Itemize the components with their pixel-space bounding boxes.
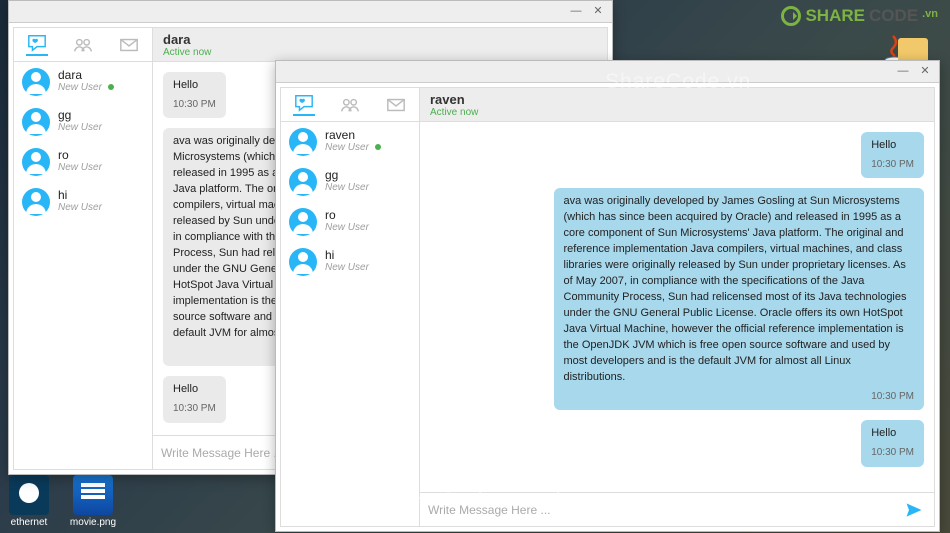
message-outgoing: ava was originally developed by James Go… — [554, 188, 925, 410]
minimize-button[interactable]: — — [568, 5, 584, 19]
contact-sub: New User — [325, 182, 369, 193]
group-icon — [339, 95, 361, 115]
chat-peer-status: Active now — [163, 47, 597, 58]
avatar — [289, 128, 317, 156]
message-list[interactable]: Hello 10:30 PM ava was originally develope… — [420, 122, 934, 492]
message-timestamp: 10:30 PM — [871, 446, 914, 461]
contact-sub: New User — [325, 222, 369, 233]
contact-name: ro — [325, 208, 369, 222]
avatar — [22, 108, 50, 136]
contact-name: raven — [325, 128, 381, 142]
sidebar-tabs — [281, 88, 419, 122]
heart-chat-icon — [293, 93, 315, 113]
contact-name: dara — [58, 68, 114, 82]
brand-text-3: .vn — [922, 8, 938, 20]
contact-sub: New User — [58, 202, 102, 213]
tab-mail[interactable] — [118, 34, 140, 56]
chat-header: raven Active now — [420, 88, 934, 122]
message-timestamp: 10:30 PM — [173, 402, 216, 417]
avatar — [22, 148, 50, 176]
close-button[interactable]: ✕ — [590, 5, 606, 19]
message-incoming: Hello 10:30 PM — [163, 376, 226, 422]
brand-text-2: CODE — [869, 6, 918, 26]
message-incoming: Hello 10:30 PM — [163, 72, 226, 118]
contact-name: gg — [325, 168, 369, 182]
titlebar[interactable]: — ✕ — [9, 1, 612, 23]
mail-icon — [385, 95, 407, 115]
tab-groups[interactable] — [72, 34, 94, 56]
sidebar: daraNew User ggNew UserroNew UserhiNew U… — [13, 27, 153, 470]
message-timestamp: 10:30 PM — [871, 158, 914, 173]
desktop-icon-label: movie.png — [68, 517, 118, 528]
message-timestamp: 10:30 PM — [564, 390, 915, 405]
chat-peer-status: Active now — [430, 107, 924, 118]
chat-header: dara Active now — [153, 28, 607, 62]
contact-sub: New User — [58, 162, 102, 173]
desktop-icon-label: ethernet — [4, 517, 54, 528]
message-text: Hello — [871, 139, 896, 151]
online-dot-icon — [108, 84, 114, 90]
close-button[interactable]: ✕ — [917, 65, 933, 79]
ethernet-icon — [9, 475, 49, 515]
avatar — [289, 208, 317, 236]
tab-groups[interactable] — [339, 94, 361, 116]
contact-list: daraNew User ggNew UserroNew UserhiNew U… — [14, 62, 152, 222]
message-text: ava was originally developed by James Go… — [564, 195, 907, 382]
contact-item[interactable]: roNew User — [281, 202, 419, 242]
send-button[interactable] — [902, 498, 926, 522]
tab-mail[interactable] — [385, 94, 407, 116]
contact-item[interactable]: ravenNew User — [281, 122, 419, 162]
message-text: Hello — [871, 427, 896, 439]
message-timestamp: 10:30 PM — [173, 98, 216, 113]
compose-bar — [420, 492, 934, 526]
message-outgoing: Hello 10:30 PM — [861, 420, 924, 466]
movie-file-icon — [73, 475, 113, 515]
contact-sub: New User — [58, 82, 114, 93]
desktop-icon-movie[interactable]: movie.png — [68, 475, 118, 528]
contact-item[interactable]: daraNew User — [14, 62, 152, 102]
sidebar-tabs — [14, 28, 152, 62]
message-outgoing: Hello 10:30 PM — [861, 132, 924, 178]
tab-chats[interactable] — [293, 94, 315, 116]
chat-window-b: — ✕ ravenNew User ggNew UserroNew Userhi… — [275, 60, 940, 532]
group-icon — [72, 35, 94, 55]
contact-item[interactable]: ggNew User — [281, 162, 419, 202]
tab-chats[interactable] — [26, 34, 48, 56]
online-dot-icon — [375, 144, 381, 150]
brand-logo: SHARECODE .vn — [781, 6, 938, 26]
contact-item[interactable]: hiNew User — [281, 242, 419, 282]
contact-item[interactable]: hiNew User — [14, 182, 152, 222]
titlebar[interactable]: — ✕ — [276, 61, 939, 83]
send-icon — [904, 500, 924, 520]
avatar — [22, 188, 50, 216]
minimize-button[interactable]: — — [895, 65, 911, 79]
contact-item[interactable]: roNew User — [14, 142, 152, 182]
avatar — [22, 68, 50, 96]
contact-list: ravenNew User ggNew UserroNew UserhiNew … — [281, 122, 419, 282]
brand-icon — [781, 6, 801, 26]
contact-sub: New User — [325, 262, 369, 273]
desktop-icon-ethernet[interactable]: ethernet — [4, 475, 54, 528]
avatar — [289, 248, 317, 276]
contact-name: hi — [325, 248, 369, 262]
contact-name: gg — [58, 108, 102, 122]
chat-peer-name: dara — [163, 32, 597, 47]
chat-peer-name: raven — [430, 92, 924, 107]
message-text: Hello — [173, 383, 198, 395]
contact-sub: New User — [325, 142, 381, 153]
sidebar: ravenNew User ggNew UserroNew UserhiNew … — [280, 87, 420, 527]
contact-name: hi — [58, 188, 102, 202]
message-input[interactable] — [428, 503, 894, 517]
heart-chat-icon — [26, 33, 48, 53]
contact-item[interactable]: ggNew User — [14, 102, 152, 142]
brand-text-1: SHARE — [805, 6, 865, 26]
avatar — [289, 168, 317, 196]
chat-panel: raven Active now Hello 10:30 PM ava was or… — [420, 87, 935, 527]
mail-icon — [118, 35, 140, 55]
message-text: Hello — [173, 79, 198, 91]
contact-name: ro — [58, 148, 102, 162]
contact-sub: New User — [58, 122, 102, 133]
